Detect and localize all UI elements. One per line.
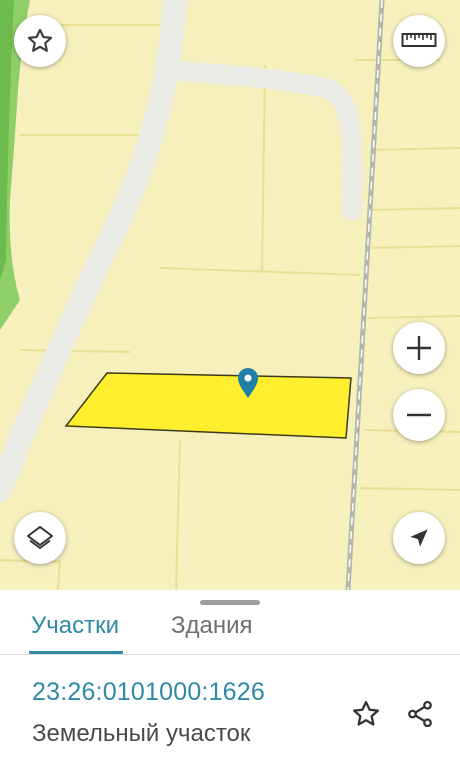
share-button[interactable] [402, 696, 438, 732]
ruler-icon [401, 33, 437, 47]
my-location-button[interactable] [393, 512, 445, 564]
sheet-drag-handle[interactable] [200, 600, 260, 605]
map-canvas[interactable] [0, 0, 460, 590]
tab-parcels[interactable]: Участки [29, 608, 123, 654]
zoom-in-button[interactable] [393, 322, 445, 374]
favorite-map-button[interactable] [14, 15, 66, 67]
cadastral-number[interactable]: 23:26:0101000:1626 [32, 678, 265, 707]
share-icon [408, 700, 432, 728]
star-outline-icon [353, 701, 379, 726]
zoom-out-button[interactable] [393, 389, 445, 441]
tab-buildings[interactable]: Здания [171, 608, 253, 654]
tab-buildings-label: Здания [171, 612, 253, 639]
minus-icon [407, 413, 431, 417]
tab-parcels-label: Участки [31, 612, 119, 639]
layers-button[interactable] [14, 512, 66, 564]
parcel-type: Земельный участок [32, 720, 251, 747]
map-view[interactable] [0, 0, 460, 590]
navigation-arrow-icon [410, 529, 428, 547]
favorite-parcel-button[interactable] [348, 696, 384, 732]
selected-parcel[interactable] [64, 372, 352, 439]
parcel-info-sheet: Участки Здания 23:26:0101000:1626 Земель… [0, 590, 460, 767]
active-tab-indicator [29, 651, 123, 654]
plus-icon [407, 336, 431, 360]
star-outline-icon [27, 28, 53, 52]
tab-bar: Участки Здания [0, 608, 460, 655]
ruler-button[interactable] [393, 15, 445, 67]
layers-icon [27, 526, 53, 549]
